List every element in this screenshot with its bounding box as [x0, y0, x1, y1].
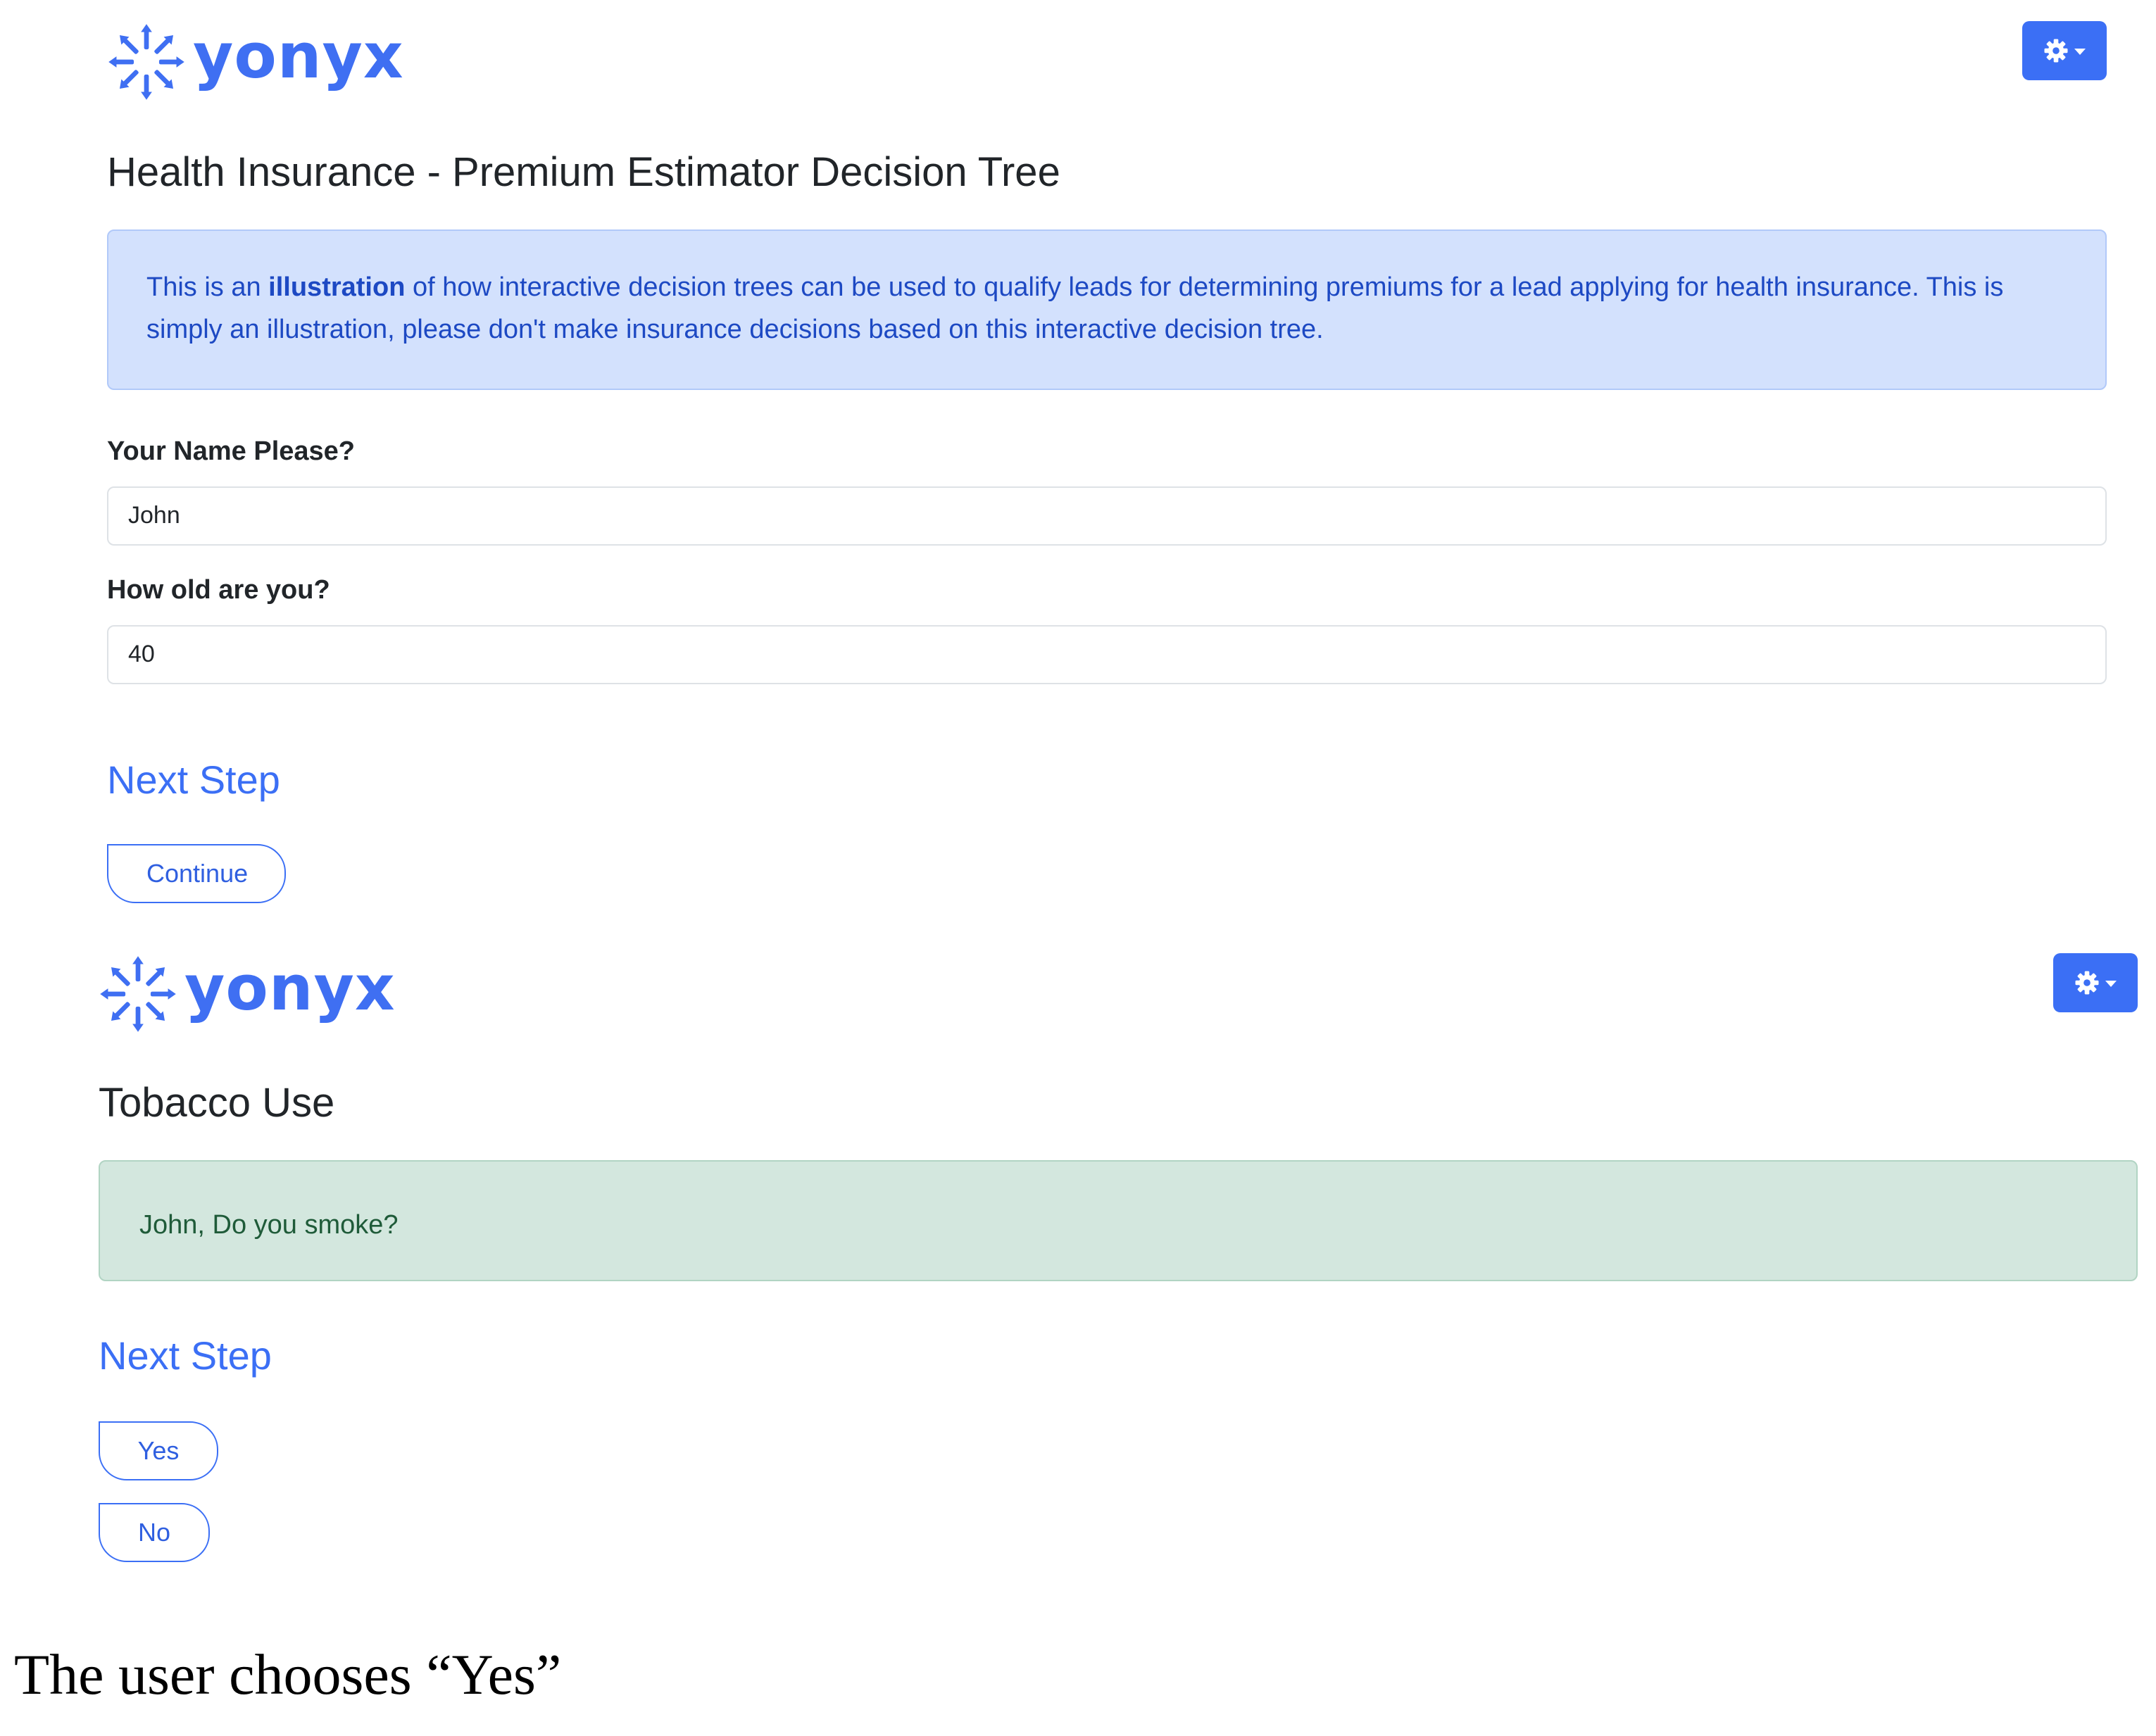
age-input[interactable] [107, 624, 2107, 684]
chevron-down-icon [2105, 980, 2117, 987]
header-row: yonyx [99, 952, 2138, 1043]
settings-dropdown-button[interactable] [2053, 953, 2138, 1012]
name-label: Your Name Please? [107, 436, 356, 466]
chevron-down-icon [2074, 48, 2086, 55]
settings-dropdown-button[interactable] [2022, 21, 2107, 80]
next-step-heading: Next Step [99, 1333, 272, 1378]
info-text-emphasis: illustration [268, 272, 406, 302]
yonyx-logo: yonyx [107, 20, 404, 104]
decision-step-2: yonyx Tobacco Use John, Do you smoke? Ne… [99, 952, 2138, 1562]
continue-button[interactable]: Continue [107, 843, 286, 903]
info-text-prefix: This is an [146, 272, 269, 302]
next-step-heading: Next Step [107, 757, 280, 802]
name-input[interactable] [107, 486, 2107, 546]
info-text-suffix: of how interactive decision trees can be… [146, 272, 2004, 344]
asterisk-logo-icon [100, 956, 176, 1032]
question-alert: John, Do you smoke? [99, 1159, 2138, 1281]
page-title: Health Insurance - Premium Estimator Dec… [107, 149, 1060, 195]
gear-icon [2044, 39, 2068, 63]
brand-name: yonyx [193, 20, 404, 92]
figure-caption: The user chooses “Yes” [14, 1642, 562, 1706]
info-alert: This is an illustration of how interacti… [107, 229, 2107, 390]
page-title: Tobacco Use [99, 1080, 335, 1126]
yes-button[interactable]: Yes [99, 1421, 218, 1480]
brand-name: yonyx [184, 952, 396, 1024]
no-button[interactable]: No [99, 1502, 210, 1562]
age-label: How old are you? [107, 574, 330, 605]
decision-step-1: yonyx Health Insurance - Premium Estimat… [107, 20, 2107, 903]
gear-icon [2075, 971, 2099, 995]
asterisk-logo-icon [108, 24, 184, 100]
yonyx-logo: yonyx [99, 952, 396, 1036]
header-row: yonyx [107, 20, 2107, 111]
